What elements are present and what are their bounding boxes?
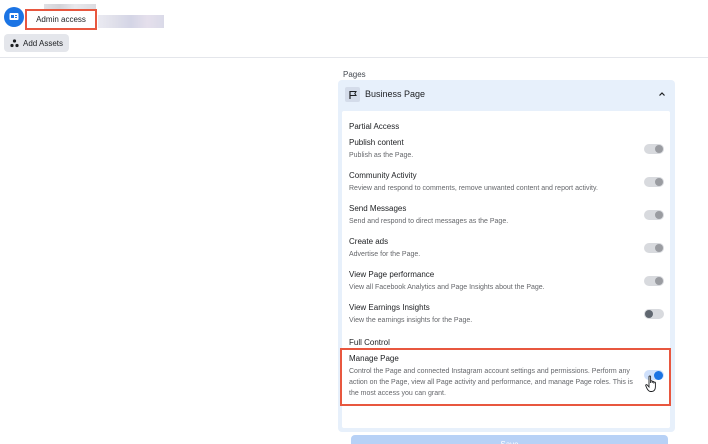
community-activity-toggle[interactable] [644,177,664,187]
partial-access-label: Partial Access [349,122,400,131]
create-ads-toggle[interactable] [644,243,664,253]
save-button[interactable]: Save [351,435,668,444]
permission-title: View Page performance [349,270,435,279]
permission-community-activity: Community Activity Review and respond to… [349,170,664,194]
blurred-details [98,15,164,28]
permission-view-earnings-insights: View Earnings Insights View the earnings… [349,302,664,326]
toggle-knob [655,244,663,252]
flag-icon [345,87,360,102]
toggle-knob [655,211,663,219]
business-page-title: Business Page [365,89,426,99]
permission-title: Publish content [349,138,404,147]
toggle-knob [655,145,663,153]
permission-title: Community Activity [349,171,417,180]
toggle-knob [645,310,653,318]
top-header: Admin access Add Assets [0,0,708,58]
permission-description: Advertise for the Page. [349,251,421,258]
add-assets-button[interactable]: Add Assets [4,34,70,52]
add-assets-label: Add Assets [23,38,64,48]
permission-description: Send and respond to direct messages as t… [349,218,509,225]
view-earnings-insights-toggle[interactable] [644,309,664,319]
permission-title: Create ads [349,237,389,246]
toggle-knob [655,277,663,285]
admin-access-label: Admin access [36,15,86,24]
permission-description: View all Facebook Analytics and Page Ins… [349,284,545,291]
permission-title: Send Messages [349,204,407,213]
permission-title: View Earnings Insights [349,303,430,312]
pages-section-label: Pages [343,70,366,79]
pointer-cursor-icon [645,375,656,392]
full-control-label: Full Control [349,338,390,347]
business-page-header[interactable]: Business Page [338,80,675,109]
view-page-performance-toggle[interactable] [644,276,664,286]
manage-page-highlight [340,348,671,406]
admin-access-badge: Admin access [25,9,97,30]
publish-content-toggle[interactable] [644,144,664,154]
permission-send-messages: Send Messages Send and respond to direct… [349,203,664,227]
permission-view-page-performance: View Page performance View all Facebook … [349,269,664,293]
permission-create-ads: Create ads Advertise for the Page. [349,236,664,260]
avatar-icon [4,7,24,27]
send-messages-toggle[interactable] [644,210,664,220]
add-assets-icon [10,38,19,47]
chevron-up-icon[interactable] [658,90,666,98]
permission-publish-content: Publish content Publish as the Page. [349,137,664,161]
permission-description: View the earnings insights for the Page. [349,317,473,324]
toggle-knob [655,178,663,186]
permission-description: Review and respond to comments, remove u… [349,185,598,192]
permission-description: Publish as the Page. [349,152,414,159]
